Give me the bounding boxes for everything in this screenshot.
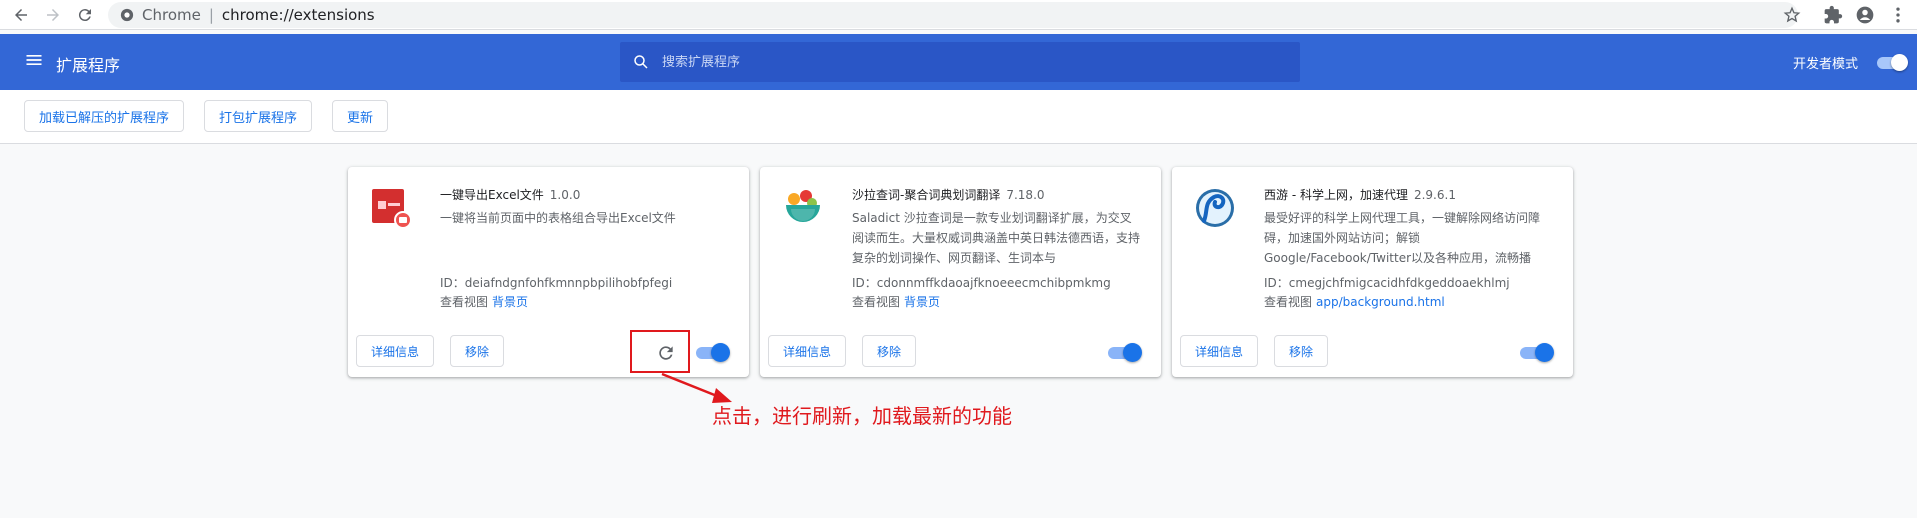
views-label: 查看视图	[1264, 295, 1313, 309]
background-page-link[interactable]: app/background.html	[1316, 295, 1445, 309]
toggle-knob	[1535, 343, 1554, 362]
extension-title: 沙拉查词-聚合词典划词翻译 7.18.0	[852, 186, 1045, 203]
extension-card: 沙拉查词-聚合词典划词翻译 7.18.0 Saladict 沙拉查词是一款专业划词…	[760, 167, 1161, 377]
extension-card: 西游 - 科学上网，加速代理 2.9.6.1 最受好评的科学上网代理工具，一键解除…	[1172, 167, 1573, 377]
remove-button[interactable]: 移除	[862, 335, 917, 367]
back-icon[interactable]	[10, 4, 32, 26]
search-input[interactable]	[662, 54, 1300, 70]
refresh-icon[interactable]	[74, 4, 96, 26]
enable-toggle[interactable]	[1520, 343, 1554, 362]
bookmark-star-icon[interactable]	[1783, 6, 1801, 24]
extension-version: 1.0.0	[549, 188, 581, 202]
extension-version: 7.18.0	[1006, 188, 1045, 202]
search-icon	[634, 55, 648, 69]
highlight-box	[630, 330, 690, 373]
inspect-views: 查看视图 app/background.html	[1264, 293, 1445, 310]
extension-description: 最受好评的科学上网代理工具，一键解除网络访问障碍，加速国外网站访问；解锁Goog…	[1264, 211, 1541, 265]
chrome-site-icon	[120, 8, 134, 22]
load-unpacked-button[interactable]: 加载已解压的扩展程序	[24, 100, 185, 132]
excel-export-icon	[372, 189, 412, 229]
extension-title: 西游 - 科学上网，加速代理 2.9.6.1	[1264, 186, 1456, 203]
url-text: chrome://extensions	[221, 6, 375, 24]
browser-toolbar: Chrome | chrome://extensions	[0, 0, 1917, 30]
annotation-text: 点击，进行刷新，加载最新的功能	[712, 404, 1012, 428]
toggle-knob	[711, 343, 730, 362]
extension-description: Saladict 沙拉查词是一款专业划词翻译扩展，为交叉阅读而生。大量权威词典涵…	[852, 211, 1141, 265]
extension-id: ID：cdonnmffkdaoajfknoeeecmchibpmkmg	[852, 276, 1111, 290]
background-page-link[interactable]: 背景页	[492, 295, 528, 309]
inspect-views: 查看视图 背景页	[440, 293, 528, 310]
xiyou-wave-icon	[1196, 189, 1234, 227]
search-box[interactable]	[620, 42, 1300, 82]
inspect-views: 查看视图 背景页	[852, 293, 940, 310]
update-button[interactable]: 更新	[332, 100, 389, 132]
enable-toggle[interactable]	[696, 343, 730, 362]
forward-icon[interactable]	[42, 4, 64, 26]
saladict-bowl-icon	[786, 190, 820, 222]
background-page-link[interactable]: 背景页	[904, 295, 940, 309]
extension-id: ID：deiafndgnfohfkmnnpbpilihobfpfegi	[440, 276, 673, 290]
dev-mode-toggle[interactable]	[1877, 54, 1908, 71]
extension-name: 西游 - 科学上网，加速代理	[1264, 188, 1408, 202]
views-label: 查看视图	[852, 295, 901, 309]
views-label: 查看视图	[440, 295, 489, 309]
toggle-knob	[1123, 343, 1142, 362]
toggle-knob	[1891, 54, 1908, 71]
extension-title: 一键导出Excel文件 1.0.0	[440, 186, 580, 203]
details-button[interactable]: 详细信息	[768, 335, 847, 367]
profile-avatar-icon[interactable]	[1855, 5, 1875, 25]
extension-name: 沙拉查词-聚合词典划词翻译	[852, 188, 1001, 202]
pack-extension-button[interactable]: 打包扩展程序	[204, 100, 313, 132]
remove-button[interactable]: 移除	[450, 335, 505, 367]
dev-mode-label: 开发者模式	[1793, 57, 1859, 72]
enable-toggle[interactable]	[1108, 343, 1142, 362]
hamburger-menu-icon[interactable]	[24, 50, 44, 70]
page-title: 扩展程序	[56, 56, 121, 75]
action-toolbar: 加载已解压的扩展程序 打包扩展程序 更新	[0, 90, 1917, 144]
extension-version: 2.9.6.1	[1413, 188, 1456, 202]
details-button[interactable]: 详细信息	[356, 335, 435, 367]
menu-dots-icon[interactable]	[1888, 5, 1908, 25]
url-separator: |	[208, 6, 214, 24]
extension-id: ID：cmegjchfmigcacidhfdkgeddoaekhlmj	[1264, 276, 1510, 290]
url-origin: Chrome	[142, 6, 201, 24]
extension-description: 一键将当前页面中的表格组合导出Excel文件	[440, 211, 676, 225]
extension-name: 一键导出Excel文件	[440, 188, 544, 202]
extensions-header: 扩展程序 开发者模式	[0, 34, 1917, 90]
extensions-puzzle-icon[interactable]	[1823, 5, 1843, 25]
address-bar[interactable]: Chrome | chrome://extensions	[108, 2, 1798, 28]
details-button[interactable]: 详细信息	[1180, 335, 1259, 367]
remove-button[interactable]: 移除	[1274, 335, 1329, 367]
